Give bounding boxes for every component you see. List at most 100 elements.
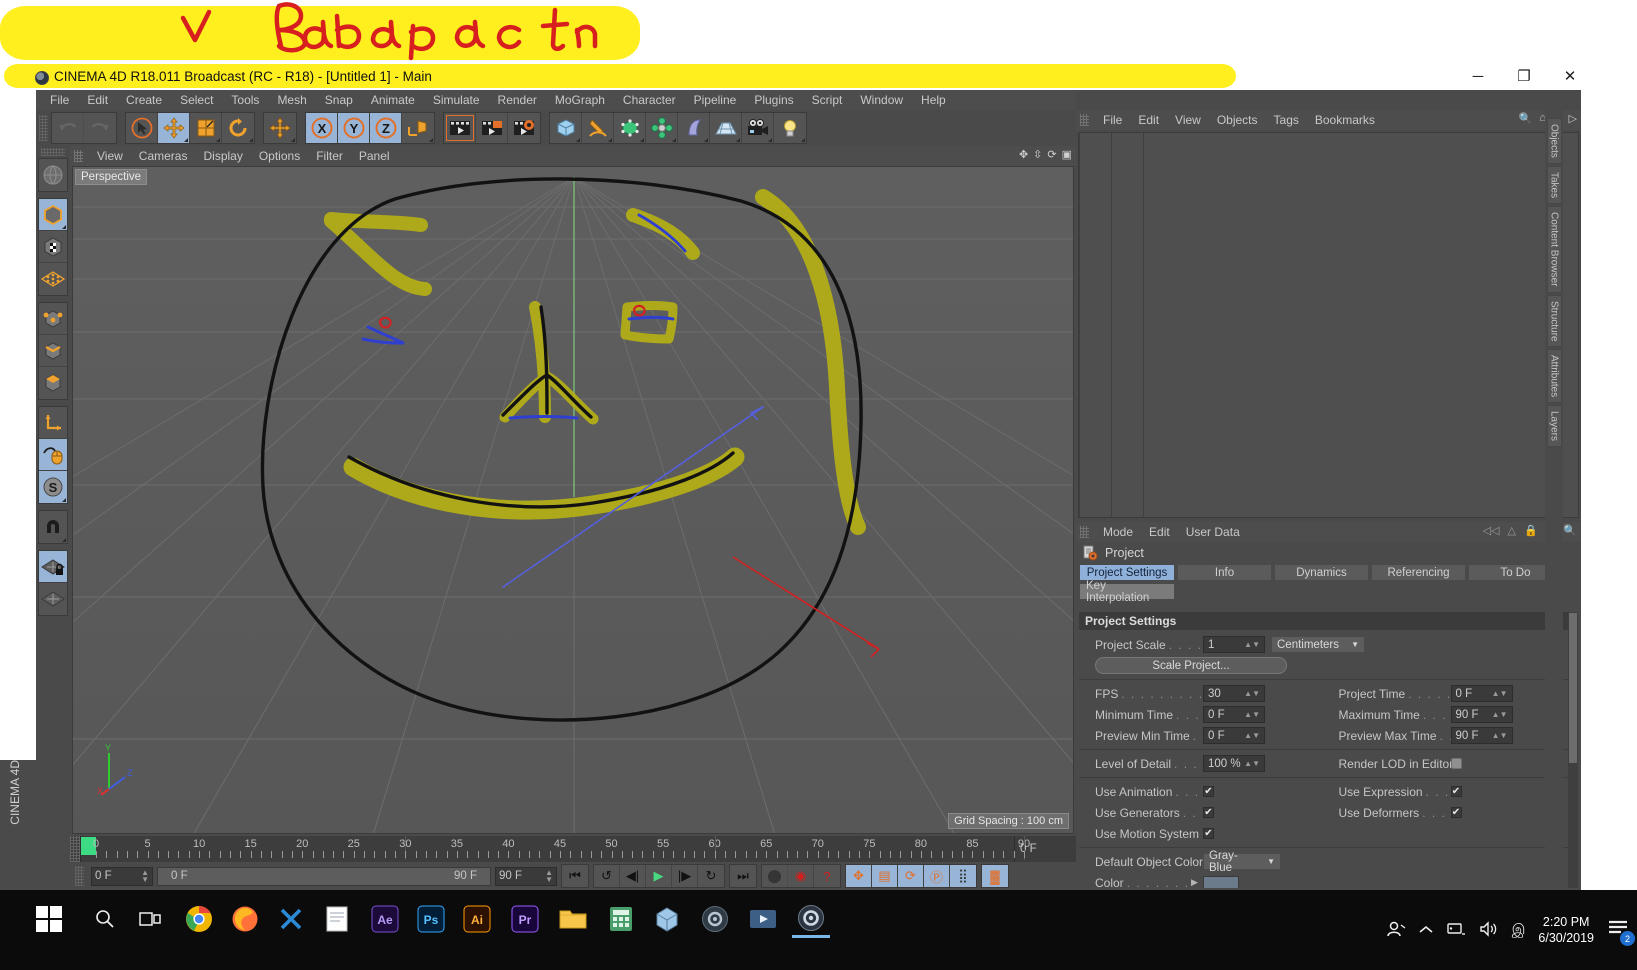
- calculator-icon[interactable]: [602, 900, 640, 938]
- attribute-scrollbar[interactable]: [1568, 612, 1578, 888]
- position-key-icon[interactable]: ✥: [846, 865, 872, 887]
- spline-pen-icon[interactable]: [582, 113, 614, 143]
- notification-center-icon[interactable]: 2: [1607, 919, 1635, 946]
- tab-project-settings[interactable]: Project Settings: [1079, 564, 1175, 581]
- menu-select[interactable]: Select: [171, 91, 222, 109]
- mouse-icon[interactable]: [39, 439, 67, 471]
- chevron-up-icon[interactable]: [1419, 922, 1433, 938]
- points-mode-icon[interactable]: [39, 263, 67, 295]
- render-picture-viewer-icon[interactable]: [476, 113, 508, 143]
- scale-key-icon[interactable]: ▤: [872, 865, 898, 887]
- field-fps[interactable]: 30 ▲▼: [1203, 685, 1265, 702]
- cinema4d-icon[interactable]: [696, 900, 734, 938]
- attribute-menu-mode[interactable]: Mode: [1095, 525, 1141, 539]
- menu-render[interactable]: Render: [489, 91, 546, 109]
- spinner-icon[interactable]: ▲▼: [1244, 641, 1260, 649]
- polygon-mode-icon[interactable]: [39, 367, 67, 399]
- dock-tab-layers[interactable]: Layers: [1546, 405, 1562, 448]
- spinner-icon[interactable]: ▲▼: [1244, 732, 1260, 740]
- menu-pipeline[interactable]: Pipeline: [685, 91, 746, 109]
- file-explorer-icon[interactable]: [554, 900, 592, 938]
- x-app-icon[interactable]: [272, 900, 310, 938]
- pan-view-icon[interactable]: ✥: [1019, 148, 1028, 161]
- rotation-key-icon[interactable]: ⟳: [898, 865, 924, 887]
- tab-referencing[interactable]: Referencing: [1371, 564, 1466, 581]
- minimize-button[interactable]: ─: [1455, 62, 1501, 90]
- cube-primitive-icon[interactable]: [550, 113, 582, 143]
- rotate-view-icon[interactable]: ⟳: [1047, 148, 1056, 161]
- dock-tab-takes[interactable]: Takes: [1546, 165, 1562, 205]
- close-button[interactable]: ✕: [1547, 62, 1593, 90]
- menu-file[interactable]: File: [41, 91, 78, 109]
- forward-icon[interactable]: ▷: [1569, 112, 1577, 125]
- attribute-manager-grip[interactable]: [1080, 526, 1089, 538]
- menu-mograph[interactable]: MoGraph: [546, 91, 614, 109]
- timeline-grip[interactable]: [70, 836, 80, 862]
- lock-attribute-icon[interactable]: 🔒: [1524, 524, 1538, 537]
- dock-tab-structure[interactable]: Structure: [1546, 294, 1562, 348]
- premiere-icon[interactable]: Pr: [506, 900, 544, 938]
- spinner-icon[interactable]: ▲▼: [141, 869, 149, 884]
- menu-character[interactable]: Character: [614, 91, 685, 109]
- spinner-icon[interactable]: ▲▼: [1492, 732, 1508, 740]
- search-icon[interactable]: 🔍: [1563, 524, 1577, 537]
- menu-edit[interactable]: Edit: [78, 91, 117, 109]
- keyframe-selection-icon[interactable]: ?: [814, 865, 840, 887]
- checkbox-use-generators[interactable]: ✔: [1203, 807, 1214, 818]
- checkbox-use-deformers[interactable]: ✔: [1450, 807, 1462, 818]
- texture-mode-icon[interactable]: [39, 231, 67, 263]
- render-settings-icon[interactable]: [508, 113, 540, 143]
- viewport-menu-options[interactable]: Options: [251, 149, 308, 163]
- search-icon[interactable]: [86, 900, 124, 938]
- checkbox-use-motion-system[interactable]: ✔: [1203, 828, 1214, 839]
- go-to-start-icon[interactable]: ⏮: [562, 865, 588, 887]
- workplane-lock-icon[interactable]: [39, 551, 67, 583]
- scale-icon[interactable]: [190, 113, 222, 143]
- object-menu-objects[interactable]: Objects: [1209, 113, 1266, 127]
- media-icon[interactable]: [744, 900, 782, 938]
- spinner-icon[interactable]: ▲▼: [1492, 711, 1508, 719]
- menu-help[interactable]: Help: [912, 91, 955, 109]
- object-manager-grip[interactable]: [1080, 114, 1089, 126]
- rotate-icon[interactable]: [222, 113, 254, 143]
- go-to-end-icon[interactable]: ⏭: [730, 865, 756, 887]
- dock-tab-content-browser[interactable]: Content Browser: [1546, 206, 1562, 293]
- spinner-icon[interactable]: ▲▼: [1492, 690, 1508, 698]
- play-icon[interactable]: ▶: [646, 865, 672, 887]
- dock-tab-attributes[interactable]: Attributes: [1546, 349, 1562, 404]
- x-axis-icon[interactable]: X: [306, 113, 338, 143]
- viewport-menu-display[interactable]: Display: [195, 149, 250, 163]
- menu-window[interactable]: Window: [851, 91, 912, 109]
- viewport-menu-view[interactable]: View: [89, 149, 131, 163]
- step-forward-icon[interactable]: |▶: [672, 865, 698, 887]
- attribute-menu-user-data[interactable]: User Data: [1178, 525, 1248, 539]
- record-active-objects-icon[interactable]: ⬤: [762, 865, 788, 887]
- field-project-scale[interactable]: 1 ▲▼: [1203, 636, 1265, 653]
- scale-project-button[interactable]: Scale Project...: [1095, 657, 1287, 674]
- spinner-icon[interactable]: ▲▼: [545, 869, 553, 884]
- texture-axis-icon[interactable]: [39, 159, 67, 191]
- render-view-icon[interactable]: [444, 113, 476, 143]
- chrome-icon[interactable]: [180, 900, 218, 938]
- menu-animate[interactable]: Animate: [362, 91, 424, 109]
- axis-mode-icon[interactable]: [39, 407, 67, 439]
- field-minimum-time[interactable]: 0 F ▲▼: [1203, 706, 1265, 723]
- expand-arrow-icon[interactable]: ▶: [1191, 877, 1203, 888]
- object-menu-bookmarks[interactable]: Bookmarks: [1307, 113, 1383, 127]
- object-tree[interactable]: [1078, 132, 1579, 518]
- undo-icon[interactable]: [52, 113, 84, 143]
- taskbar-clock[interactable]: 2:20 PM 6/30/2019: [1538, 914, 1594, 946]
- menu-plugins[interactable]: Plugins: [745, 91, 802, 109]
- viewport-menu-panel[interactable]: Panel: [351, 149, 398, 163]
- camera-icon[interactable]: [742, 113, 774, 143]
- volume-icon[interactable]: [1479, 920, 1499, 940]
- cinema4d-active-icon[interactable]: [792, 900, 830, 938]
- floor-icon[interactable]: [710, 113, 742, 143]
- tab-key-interpolation[interactable]: Key Interpolation: [1079, 580, 1175, 604]
- attribute-scrollbar-thumb[interactable]: [1569, 613, 1577, 763]
- select-cursor-icon[interactable]: [126, 113, 158, 143]
- film-strip-icon[interactable]: ▓: [982, 865, 1008, 887]
- preview-range-slider[interactable]: 0 F 90 F: [157, 866, 491, 886]
- bend-icon[interactable]: [678, 113, 710, 143]
- field-preview-min-time[interactable]: 0 F ▲▼: [1203, 727, 1265, 744]
